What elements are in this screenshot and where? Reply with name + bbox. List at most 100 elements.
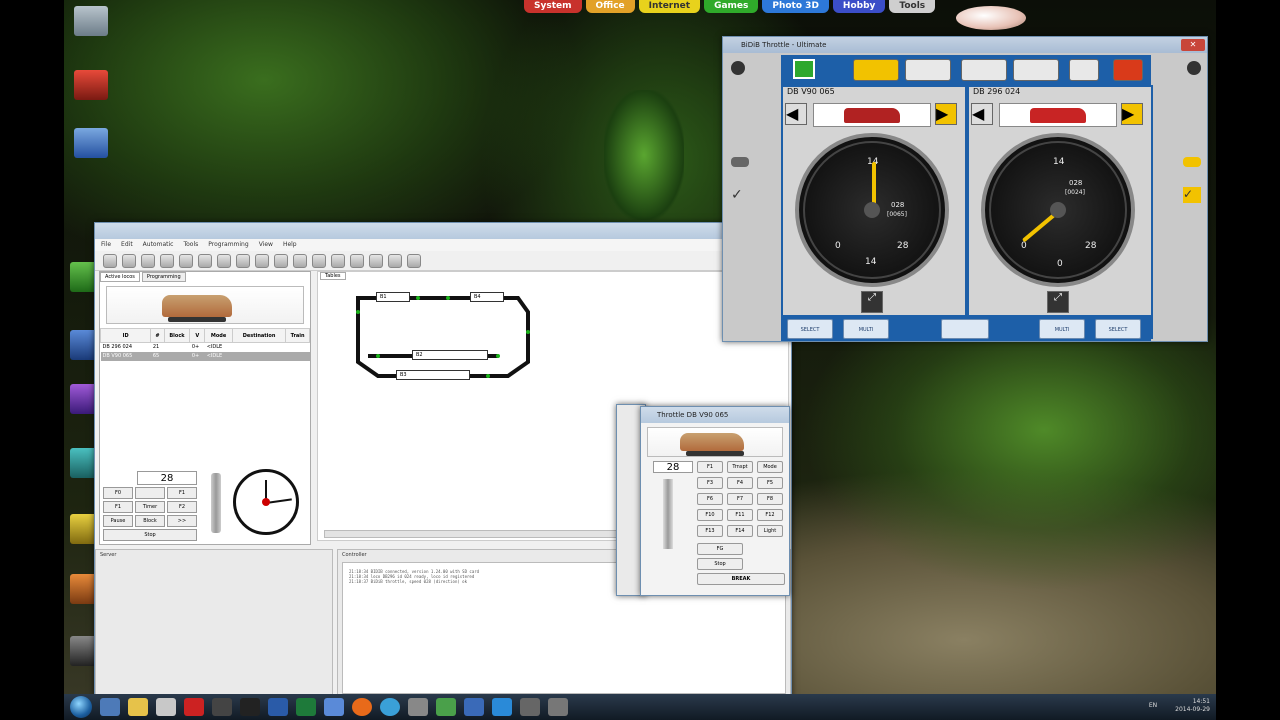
multi-button[interactable]: MULTI <box>843 319 889 339</box>
rocrail-titlebar[interactable]: ✕ <box>95 223 791 239</box>
left-reverse-button[interactable]: ◀ <box>785 103 807 125</box>
docs-icon[interactable] <box>156 698 176 716</box>
function-key[interactable]: Light <box>757 525 783 537</box>
column-header[interactable]: V <box>189 328 206 343</box>
function-key[interactable]: F6 <box>697 493 723 505</box>
undo-icon[interactable] <box>160 253 174 268</box>
control-button[interactable]: F0 <box>103 487 133 499</box>
save-icon[interactable] <box>74 128 108 158</box>
function-key[interactable]: F5 <box>757 477 783 489</box>
printer-icon[interactable] <box>520 698 540 716</box>
menu-icon[interactable] <box>1069 59 1099 81</box>
open-icon[interactable] <box>103 253 117 268</box>
control-button[interactable]: F2 <box>167 501 197 513</box>
function-key[interactable]: F12 <box>757 509 783 521</box>
refresh-icon[interactable] <box>198 253 212 268</box>
menu-item[interactable]: Programming <box>208 239 248 251</box>
select-button[interactable]: SELECT <box>1095 319 1141 339</box>
power-icon[interactable] <box>179 253 193 268</box>
language-indicator[interactable]: EN <box>1149 702 1157 710</box>
break-button[interactable]: BREAK <box>697 573 785 585</box>
table-row[interactable]: DB V90 065 65 0+ <IDLE <box>100 351 310 361</box>
menu-item[interactable]: Help <box>283 239 297 251</box>
column-header[interactable]: # <box>150 328 165 343</box>
tab-programming[interactable]: Programming <box>141 272 186 282</box>
multi-button[interactable]: MULTI <box>1039 319 1085 339</box>
control-button[interactable]: F1 <box>167 487 197 499</box>
save-icon[interactable] <box>464 698 484 716</box>
check-icon[interactable]: ✓ <box>731 187 749 203</box>
note-icon[interactable] <box>324 698 344 716</box>
throttle-icon[interactable] <box>293 253 307 268</box>
sound-icon[interactable] <box>905 59 951 81</box>
car-icon[interactable] <box>731 157 749 167</box>
block-b1[interactable]: B1 <box>376 292 410 302</box>
speed-slider[interactable] <box>211 473 221 533</box>
bidib-titlebar[interactable]: BiDiB Throttle - Ultimate <box>723 37 1207 53</box>
fg-button[interactable]: FG <box>697 543 743 555</box>
clock-icon[interactable] <box>312 253 326 268</box>
light-icon[interactable] <box>853 59 899 81</box>
app-icon-red[interactable] <box>74 70 108 100</box>
filezilla-icon[interactable] <box>184 698 204 716</box>
v2-icon[interactable] <box>492 698 512 716</box>
info-icon[interactable] <box>407 253 421 268</box>
function-key[interactable]: F13 <box>697 525 723 537</box>
stop-icon[interactable] <box>236 253 250 268</box>
left-side-icon[interactable] <box>731 61 745 75</box>
column-header[interactable]: ID <box>99 328 152 343</box>
function-key[interactable]: F3 <box>697 477 723 489</box>
train-icon[interactable] <box>961 59 1007 81</box>
menu-item[interactable]: Edit <box>121 239 133 251</box>
car-icon[interactable] <box>1183 157 1201 167</box>
menu-item[interactable]: View <box>259 239 273 251</box>
grid-icon[interactable] <box>350 253 364 268</box>
control-button[interactable]: F1 <box>103 501 133 513</box>
control-button[interactable] <box>135 487 165 499</box>
left-loco-card[interactable] <box>813 103 931 127</box>
select-button[interactable]: SELECT <box>787 319 833 339</box>
menu-item[interactable]: Tools <box>183 239 198 251</box>
image-icon[interactable] <box>436 698 456 716</box>
tab-active-locos[interactable]: Active locos <box>100 272 140 282</box>
function-key[interactable]: F4 <box>727 477 753 489</box>
loco-icon[interactable] <box>274 253 288 268</box>
desktop-menu-item[interactable]: Hobby <box>832 0 886 13</box>
stop-button[interactable]: Stop <box>697 558 743 570</box>
block-b2[interactable]: B2 <box>412 350 488 360</box>
function-key[interactable]: F14 <box>727 525 753 537</box>
network-icon[interactable] <box>100 698 120 716</box>
right-side-icon[interactable] <box>1187 61 1201 75</box>
desktop-menu-item[interactable]: Office <box>585 0 635 13</box>
function-key[interactable]: F11 <box>727 509 753 521</box>
right-expand-button[interactable]: ⤢ <box>1047 291 1069 313</box>
desktop-menu-item[interactable]: Internet <box>638 0 701 13</box>
close-icon[interactable]: ✕ <box>1181 39 1205 51</box>
recycle-bin-icon[interactable] <box>74 6 108 36</box>
column-header[interactable]: Train <box>285 328 310 343</box>
desktop-menu-item[interactable]: Photo 3D <box>762 0 829 13</box>
check-icon[interactable]: ✓ <box>1183 187 1201 203</box>
track-icon[interactable] <box>331 253 345 268</box>
system-tray[interactable]: EN 14:51 2014-09-29 <box>1149 698 1210 714</box>
control-button[interactable]: Pause <box>103 515 133 527</box>
chrome-icon[interactable] <box>380 698 400 716</box>
folder-icon[interactable] <box>128 698 148 716</box>
function-key[interactable]: Trnspt <box>727 461 753 473</box>
column-header[interactable]: Destination <box>231 328 287 343</box>
firefox-icon[interactable] <box>352 698 372 716</box>
control-button[interactable]: Block <box>135 515 165 527</box>
right-reverse-button[interactable]: ◀ <box>971 103 993 125</box>
monitor-icon[interactable] <box>408 698 428 716</box>
control-button[interactable]: >> <box>167 515 197 527</box>
save-icon[interactable] <box>141 253 155 268</box>
search-icon[interactable] <box>388 253 402 268</box>
warning-icon[interactable] <box>255 253 269 268</box>
start-button[interactable] <box>70 696 92 718</box>
column-header[interactable]: Mode <box>204 328 233 343</box>
stop-button[interactable]: Stop <box>103 529 197 541</box>
block-b3[interactable]: B3 <box>396 370 470 380</box>
menu-item[interactable]: Automatic <box>143 239 174 251</box>
table-row[interactable]: DB 296 024 21 0+ <IDLE <box>101 343 310 352</box>
column-header[interactable]: Block <box>163 328 191 343</box>
